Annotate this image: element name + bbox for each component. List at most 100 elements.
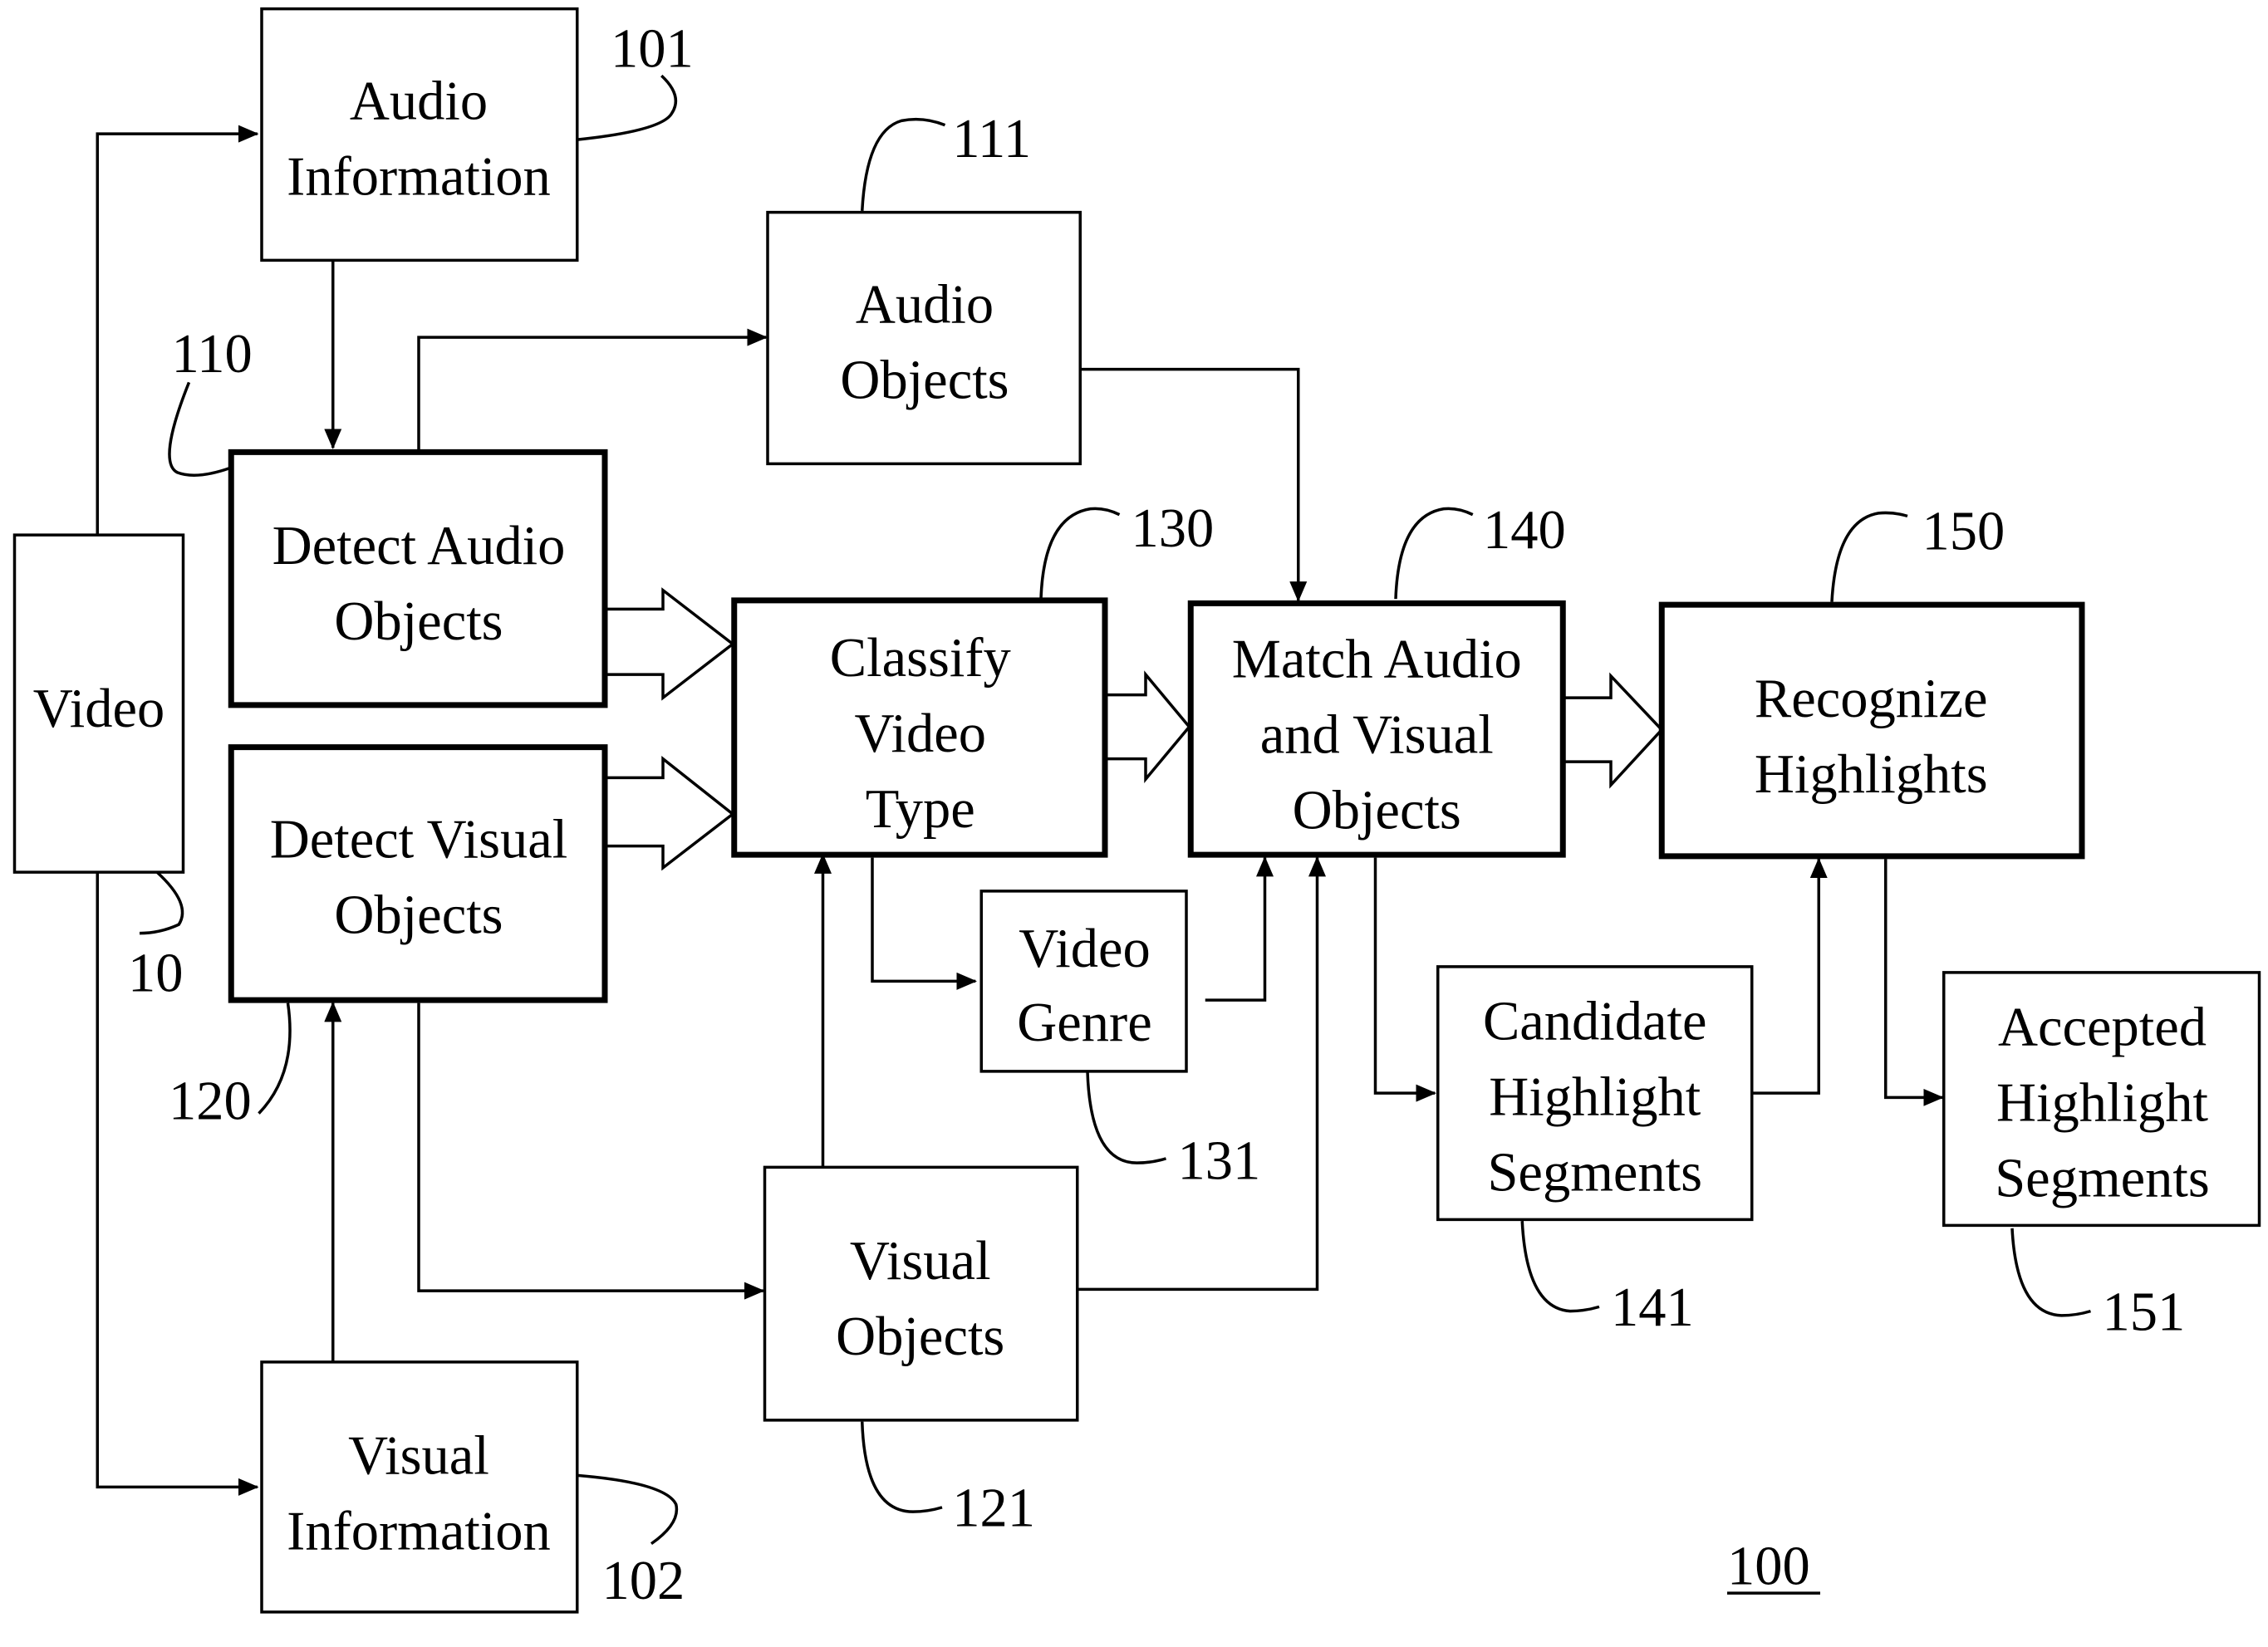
- ref-131: 131: [1178, 1130, 1261, 1191]
- svg-text:Video: Video: [33, 679, 165, 739]
- node-label: Detect Visual: [270, 810, 568, 870]
- ref-111: 111: [952, 109, 1031, 169]
- node-label: Visual: [348, 1426, 489, 1487]
- node-label: Objects: [334, 885, 503, 946]
- leader-141: [1520, 1221, 1600, 1313]
- node-label: Objects: [1293, 781, 1461, 841]
- node-label: and Visual: [1260, 705, 1494, 766]
- svg-text:Information: Information: [287, 1502, 551, 1562]
- node-label: Classify: [830, 628, 1011, 689]
- svg-text:Highlight: Highlight: [1996, 1072, 2208, 1133]
- node-label: Visual: [850, 1231, 991, 1292]
- node-visual-objects: Visual Objects: [763, 1165, 1079, 1422]
- leader-101: [577, 74, 678, 141]
- svg-text:Match Audio: Match Audio: [1232, 630, 1522, 690]
- node-label: Segments: [1487, 1142, 1702, 1203]
- node-audio-objects: Audio Objects: [766, 210, 1082, 466]
- leader-110: [168, 381, 231, 477]
- leader-151: [2010, 1228, 2092, 1317]
- ref-130: 130: [1132, 498, 1215, 559]
- ref-151: 151: [2103, 1282, 2186, 1342]
- svg-text:Highlight: Highlight: [1489, 1066, 1701, 1127]
- svg-text:Audio: Audio: [350, 71, 488, 132]
- block-arrow-match-to-recognize: [1564, 672, 1664, 789]
- node-label: Audio: [350, 71, 488, 132]
- node-label: Video: [1019, 919, 1151, 979]
- block-arrow-detect-visual-to-classify: [607, 756, 735, 871]
- node-label: Segments: [1995, 1148, 2210, 1208]
- node-match-audio-visual: Match Audio and Visual Objects: [1187, 600, 1566, 858]
- edge-detect-visual-to-visual-objects: [417, 1002, 765, 1300]
- ref-141: 141: [1611, 1277, 1694, 1338]
- node-label: Type: [866, 779, 975, 840]
- leader-10: [139, 870, 184, 935]
- ref-110: 110: [172, 324, 253, 385]
- leader-130: [1039, 507, 1121, 600]
- edge-audio-objects-to-match: [1080, 367, 1308, 602]
- node-detect-audio-objects: Detect Audio Objects: [228, 449, 608, 708]
- edge-recognize-to-accepted: [1884, 859, 1944, 1106]
- block-arrow-detect-audio-to-classify: [607, 587, 735, 701]
- svg-text:Classify: Classify: [830, 628, 1011, 689]
- node-label: Objects: [840, 350, 1009, 411]
- svg-text:Objects: Objects: [1293, 781, 1461, 841]
- svg-text:Video: Video: [1019, 919, 1151, 979]
- flow-diagram: Video Audio Information Visual Informati…: [12, 7, 2261, 1614]
- node-label: Candidate: [1483, 991, 1707, 1051]
- block-arrow-classify-to-match: [1107, 670, 1191, 783]
- node-label: Highlight: [1996, 1072, 2208, 1133]
- svg-text:Objects: Objects: [334, 885, 503, 946]
- svg-text:Audio: Audio: [856, 275, 994, 336]
- ref-120: 120: [169, 1071, 252, 1132]
- node-label: Detect Audio: [272, 516, 566, 576]
- svg-text:Candidate: Candidate: [1483, 991, 1707, 1051]
- ref-150: 150: [1922, 502, 2005, 562]
- node-label: Recognize: [1755, 669, 1988, 729]
- svg-text:Detect Audio: Detect Audio: [272, 516, 566, 576]
- svg-text:Recognize: Recognize: [1755, 669, 1988, 729]
- node-label: Video: [33, 679, 165, 739]
- figure-number: 100: [1727, 1537, 1810, 1597]
- svg-text:Highlights: Highlights: [1755, 744, 1988, 805]
- node-accepted-segments: Accepted Highlight Segments: [1942, 971, 2261, 1228]
- node-label: Highlight: [1489, 1066, 1701, 1127]
- node-label: Objects: [836, 1306, 1004, 1367]
- node-classify-video-type: Classify Video Type: [731, 597, 1108, 858]
- svg-text:and Visual: and Visual: [1260, 705, 1494, 766]
- node-video: Video: [12, 533, 185, 874]
- node-video-genre: Video Genre: [979, 890, 1188, 1073]
- leader-120: [258, 1002, 292, 1115]
- svg-text:Video: Video: [854, 703, 986, 764]
- ref-102: 102: [602, 1551, 685, 1611]
- edge-match-to-candidate: [1373, 857, 1436, 1102]
- node-recognize-highlights: Recognize Highlights: [1658, 601, 2085, 860]
- svg-text:Accepted: Accepted: [1998, 997, 2207, 1057]
- node-label: Objects: [334, 591, 503, 652]
- node-visual-information: Visual Information: [260, 1360, 579, 1614]
- svg-text:Objects: Objects: [840, 350, 1009, 411]
- node-label: Audio: [856, 275, 994, 336]
- svg-text:Objects: Objects: [334, 591, 503, 652]
- node-label: Information: [287, 1502, 551, 1562]
- node-audio-information: Audio Information: [260, 7, 579, 262]
- svg-text:Type: Type: [866, 779, 975, 840]
- svg-text:Detect Visual: Detect Visual: [270, 810, 568, 870]
- node-label: Accepted: [1998, 997, 2207, 1057]
- node-label: Genre: [1017, 993, 1151, 1053]
- leader-111: [861, 117, 946, 211]
- ref-10: 10: [128, 944, 184, 1004]
- node-detect-visual-objects: Detect Visual Objects: [228, 744, 608, 1003]
- node-label: Information: [287, 147, 551, 208]
- svg-text:Visual: Visual: [348, 1426, 489, 1487]
- svg-text:Segments: Segments: [1487, 1142, 1702, 1203]
- svg-text:Information: Information: [287, 147, 551, 208]
- ref-140: 140: [1483, 500, 1566, 561]
- ref-101: 101: [611, 19, 694, 80]
- leader-102: [577, 1473, 679, 1546]
- leader-140: [1394, 507, 1474, 600]
- svg-text:Genre: Genre: [1017, 993, 1151, 1053]
- edge-video-genre-to-match: [1205, 855, 1274, 1002]
- edge-candidate-to-recognize: [1751, 857, 1828, 1095]
- edge-classify-to-video-genre: [871, 857, 977, 990]
- leader-150: [1830, 511, 1908, 602]
